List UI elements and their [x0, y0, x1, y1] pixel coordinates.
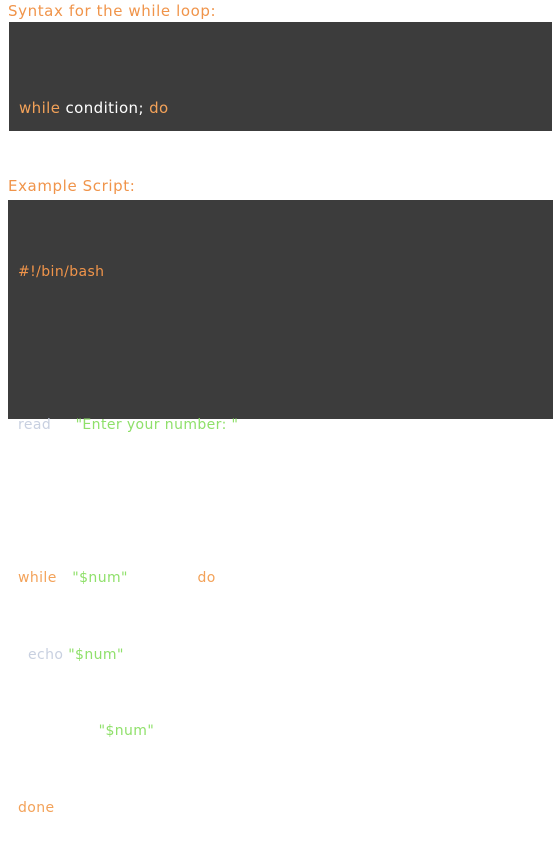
keyword-while-example: while: [18, 570, 57, 586]
syntax-code-block: while condition; do commands... done: [9, 22, 552, 291]
condition-text: condition;: [60, 99, 150, 117]
code-line-blank-2: [18, 490, 553, 516]
test-expression: -gt 10 ];: [127, 570, 198, 586]
keyword-done-example: done: [18, 799, 55, 816]
keyword-do-example: do: [197, 570, 216, 586]
syntax-heading: Syntax for the while loop:: [8, 2, 217, 20]
code-line-blank-1: [18, 337, 553, 363]
code-line-read: read -p "Enter your number: " num: [18, 413, 553, 439]
command-echo: echo: [28, 646, 64, 663]
code-line-while: while condition; do: [19, 94, 552, 123]
command-read: read: [18, 417, 52, 433]
code-line-echo: echo "$num": [18, 643, 553, 669]
code-line-shebang: #!/bin/bash: [18, 260, 553, 286]
code-line-done-example: done: [18, 796, 553, 822]
read-flag: -p: [51, 417, 76, 433]
keyword-do: do: [149, 99, 169, 117]
read-variable: num: [238, 417, 276, 433]
assign-var-string: "$num": [98, 723, 155, 739]
keyword-while: while: [19, 99, 61, 117]
shebang-text: #!/bin/bash: [18, 264, 105, 280]
while-var-string: "$num": [72, 570, 128, 586]
test-open: [: [56, 570, 73, 586]
assign-prefix: num=$((: [28, 723, 99, 739]
example-code-block: #!/bin/bash read -p "Enter your number: …: [8, 200, 553, 816]
assign-suffix: - 1 )): [154, 723, 196, 739]
echo-var-string: "$num": [68, 646, 124, 663]
code-line-while-example: while [ "$num" -gt 10 ]; do: [18, 566, 553, 592]
prompt-string: "Enter your number: ": [75, 417, 239, 433]
example-heading: Example Script:: [8, 177, 136, 195]
code-line-assign: num=$(( "$num" - 1 )): [18, 719, 553, 745]
